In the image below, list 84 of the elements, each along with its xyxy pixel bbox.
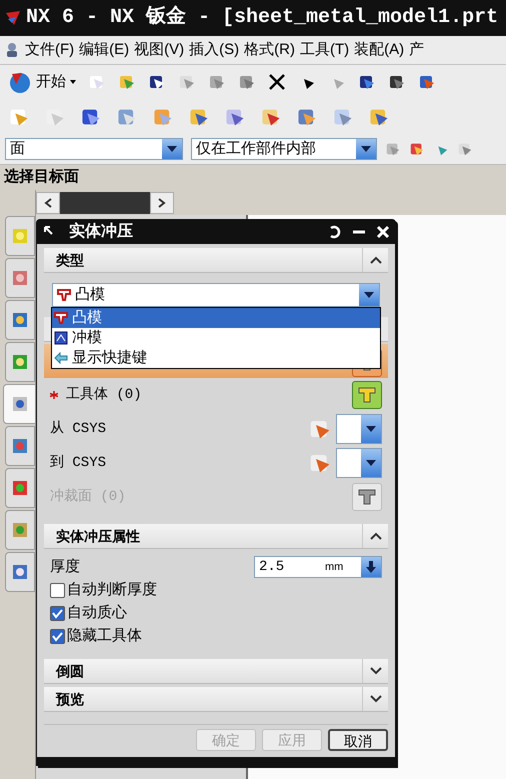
section-header[interactable]: 倒圆 [44,659,388,684]
menu-item[interactable]: 插入(S) [189,38,240,62]
dropdown-option[interactable]: 冲模 [52,328,380,348]
row-label: 从 CSYS [50,420,108,438]
section-header[interactable]: 类型 [44,248,388,273]
menu-item[interactable]: 编辑(E) [79,38,130,62]
section-title: 预览 [54,690,85,709]
resource-tab[interactable] [5,510,35,550]
filter-select[interactable]: 仅在工作部件内部 [191,138,377,160]
thickness-label: 厚度 [50,556,81,577]
section-title: 倒圆 [54,662,85,681]
required-asterisk-icon [50,391,58,399]
dialog-title: 实体冲压 [68,221,134,242]
checkbox[interactable] [50,606,65,621]
punch-icon [54,311,68,325]
chevron-right-icon [158,198,166,208]
menu-item[interactable]: 产 [409,38,424,62]
left-arrow-icon [54,351,68,365]
checkbox-label: 自动判断厚度 [67,580,157,600]
die-icon [54,331,68,345]
menu-item[interactable]: 文件(F) [25,38,74,62]
caret-icon [70,80,76,84]
unit-menu-button[interactable] [361,557,381,577]
resource-tab[interactable] [5,552,35,592]
checkbox-label: 自动质心 [67,603,127,624]
collapse-icon[interactable] [370,256,382,264]
section-title: 类型 [55,251,85,270]
user-icon[interactable] [4,42,20,58]
resource-tab[interactable] [5,426,35,466]
checkbox[interactable] [50,629,65,644]
start-button[interactable]: 开始 [8,70,76,94]
resource-tab[interactable] [5,300,35,340]
dropdown-arrow-button[interactable] [361,449,381,477]
scroll-right-button[interactable] [150,192,174,214]
selection-row[interactable]: 到 CSYS [50,446,382,480]
resource-tab[interactable] [5,258,35,298]
caret-icon [361,146,371,152]
dropdown-arrow-button[interactable] [356,139,376,159]
dialog-button[interactable]: 取消 [328,729,388,751]
resource-tab[interactable] [5,468,35,508]
dropdown-arrow-button[interactable] [361,415,381,443]
row-label: 到 CSYS [50,454,108,472]
thickness-field[interactable]: 2.5 mm [254,556,382,578]
section-title: 实体冲压属性 [55,527,141,546]
caret-icon [366,426,376,432]
resource-tab[interactable] [5,342,35,382]
resource-tab[interactable] [3,384,36,424]
punch-icon [57,288,71,302]
section-header[interactable]: 实体冲压属性 [44,524,388,549]
type-select[interactable]: 凸模 [52,283,380,307]
section-header[interactable]: 预览 [44,687,388,712]
dropdown-option[interactable]: 凸模 [52,308,380,328]
csys-select[interactable] [336,448,382,478]
chevron-left-icon [44,198,52,208]
checkmark-icon [51,607,64,620]
cue-line: 选择目标面 [4,167,79,188]
globe-icon [8,70,32,94]
scroll-left-button[interactable] [36,192,60,214]
dropdown-option[interactable]: 显示快捷键 [52,348,380,368]
expand-icon[interactable] [370,667,382,675]
checkmark-icon [51,630,64,643]
app-logo-icon [4,9,22,27]
down-arrow-icon [366,561,376,573]
selection-row[interactable]: 从 CSYS [50,412,382,446]
delete-icon[interactable] [268,73,286,91]
menu-item[interactable]: 工具(T) [300,38,350,62]
selection-row[interactable]: 工具体 (0) [50,378,382,412]
checkbox-label: 隐藏工具体 [67,626,142,646]
collapse-icon[interactable] [370,532,382,540]
caret-icon [364,292,374,298]
caret-icon [167,146,177,152]
menu-item[interactable]: 装配(A) [354,38,404,62]
caret-icon [366,460,376,466]
expand-icon[interactable] [370,695,382,703]
menu-item[interactable]: 格式(R) [244,38,295,62]
row-label: 工具体 (0) [66,386,143,404]
menu-item[interactable]: 视图(V) [134,38,184,62]
filter-select[interactable]: 面 [5,138,183,160]
window-title: NX 6 - NX 钣金 - [sheet_metal_model1.prt [26,4,498,31]
checkbox[interactable] [50,583,65,598]
dropdown-arrow-button[interactable] [359,284,379,306]
csys-select[interactable] [336,414,382,444]
select-object-button[interactable] [352,381,382,409]
dropdown-arrow-button[interactable] [162,139,182,159]
